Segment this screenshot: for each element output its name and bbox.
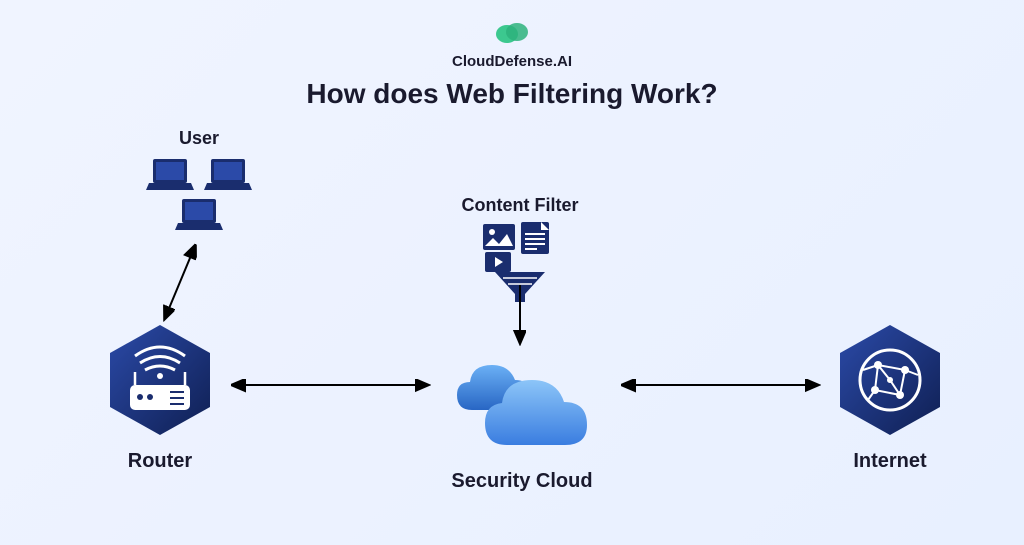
laptop-icon [203,157,253,193]
internet-node: Internet [830,320,950,473]
arrow-filter-cloud [510,280,530,350]
cloud-icon [437,350,607,455]
user-node: User [145,128,253,233]
arrow-user-router [155,238,205,328]
arrow-cloud-internet [615,375,825,395]
laptop-icons [145,157,253,233]
internet-label: Internet [830,450,950,473]
content-filter-label: Content Filter [455,195,585,216]
logo-cloud-icon [494,20,530,49]
security-cloud-label: Security Cloud [437,470,607,493]
brand-logo: CloudDefense.AI [452,20,572,70]
router-label: Router [100,450,220,473]
internet-hexagon [830,320,950,440]
router-node: Router [100,320,220,473]
laptop-icon [145,157,195,193]
arrow-router-cloud [225,375,435,395]
security-cloud-node: Security Cloud [437,350,607,493]
diagram-title: How does Web Filtering Work? [306,78,717,110]
user-label: User [145,128,253,149]
router-hexagon [100,320,220,440]
laptop-icon [174,197,224,233]
brand-name: CloudDefense.AI [452,53,572,70]
